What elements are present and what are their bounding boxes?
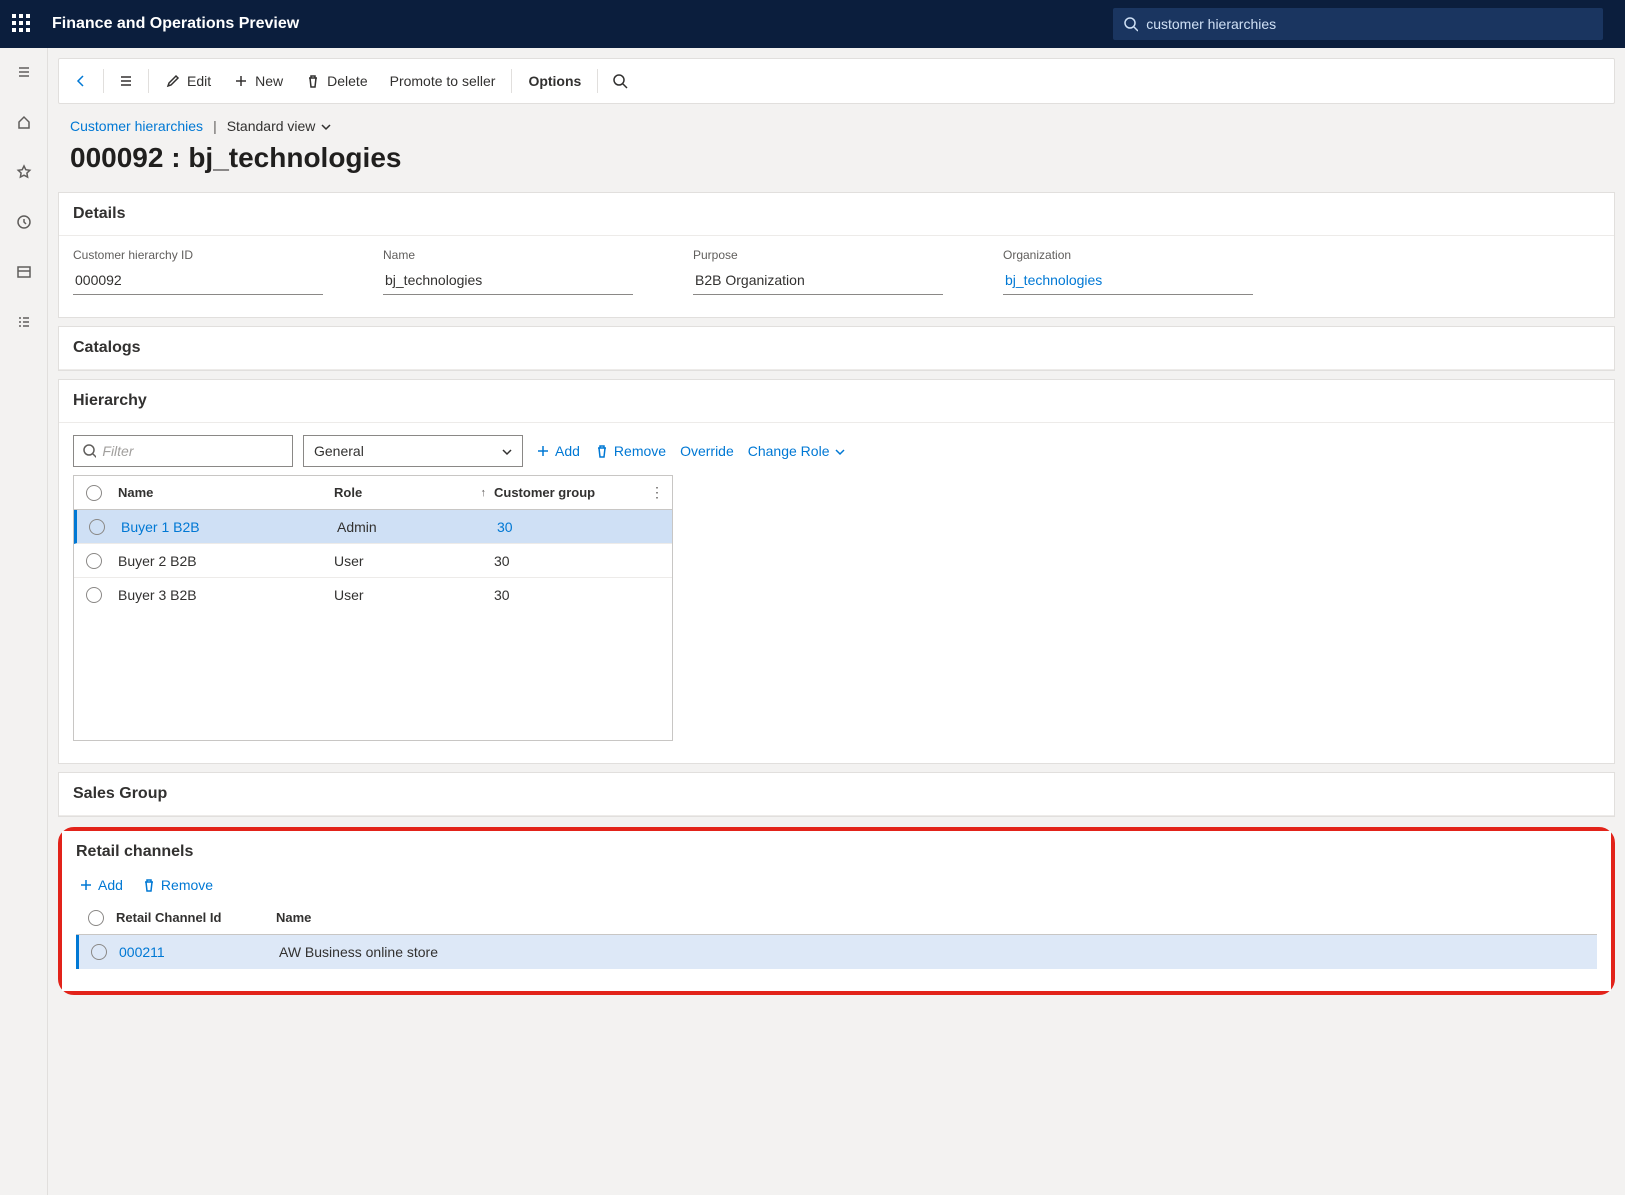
home-icon[interactable] [8, 106, 40, 138]
details-panel: Details Customer hierarchy ID 000092 Nam… [58, 192, 1615, 318]
cmdbar-search-button[interactable] [604, 67, 636, 95]
retail-select-all-radio[interactable] [88, 910, 104, 926]
hamburger-icon[interactable] [8, 56, 40, 88]
promote-button[interactable]: Promote to seller [380, 67, 506, 95]
retail-remove-button[interactable]: Remove [139, 873, 215, 897]
organization-label: Organization [1003, 248, 1253, 262]
breadcrumb-separator: | [213, 118, 217, 134]
row-name[interactable]: Buyer 1 B2B [117, 519, 337, 535]
hierarchy-row[interactable]: Buyer 2 B2BUser30 [74, 544, 672, 578]
star-icon[interactable] [8, 156, 40, 188]
plus-icon [78, 877, 94, 893]
view-selector[interactable]: Standard view [227, 118, 332, 134]
trash-icon [141, 877, 157, 893]
trash-icon [594, 443, 610, 459]
hierarchy-row[interactable]: Buyer 3 B2BUser30 [74, 578, 672, 612]
main-content: Edit New Delete Promote to seller Option… [48, 48, 1625, 1195]
chevron-down-icon [319, 120, 331, 132]
top-bar: Finance and Operations Preview [0, 0, 1625, 48]
details-header[interactable]: Details [59, 193, 1614, 236]
app-launcher-icon[interactable] [12, 14, 32, 34]
hierarchy-select[interactable]: General [303, 435, 523, 467]
hierarchy-grid: Name Role↑ Customer group ⋮ Buyer 1 B2BA… [73, 475, 673, 741]
workspace-icon[interactable] [8, 256, 40, 288]
list-toggle-button[interactable] [110, 67, 142, 95]
plus-icon [535, 443, 551, 459]
col-group-header[interactable]: Customer group [494, 485, 654, 500]
global-search-input[interactable] [1146, 16, 1593, 32]
name-label: Name [383, 248, 633, 262]
grid-more-icon[interactable]: ⋮ [650, 484, 664, 501]
sales-group-header[interactable]: Sales Group [59, 773, 1614, 816]
hierarchy-id-value[interactable]: 000092 [73, 266, 323, 295]
edit-button[interactable]: Edit [155, 67, 221, 95]
command-bar: Edit New Delete Promote to seller Option… [59, 59, 1614, 103]
options-button[interactable]: Options [518, 67, 591, 95]
row-name[interactable]: Buyer 2 B2B [114, 553, 334, 569]
row-radio[interactable] [86, 553, 102, 569]
retail-col-id-header[interactable]: Retail Channel Id [116, 910, 276, 925]
row-role: User [334, 587, 494, 603]
col-name-header[interactable]: Name [114, 485, 334, 500]
sort-asc-icon: ↑ [481, 487, 487, 499]
row-group[interactable]: 30 [494, 587, 654, 603]
organization-value[interactable]: bj_technologies [1003, 266, 1253, 295]
chevron-down-icon [500, 445, 512, 457]
catalogs-header[interactable]: Catalogs [59, 327, 1614, 370]
retail-row-name: AW Business online store [279, 944, 1597, 960]
catalogs-panel: Catalogs [58, 326, 1615, 371]
modules-icon[interactable] [8, 306, 40, 338]
sales-group-panel: Sales Group [58, 772, 1615, 817]
row-radio[interactable] [89, 519, 105, 535]
row-name[interactable]: Buyer 3 B2B [114, 587, 334, 603]
retail-grid: Retail Channel Id Name 000211AW Business… [76, 901, 1597, 969]
hierarchy-filter-input[interactable] [102, 443, 284, 459]
retail-add-button[interactable]: Add [76, 873, 125, 897]
hierarchy-header[interactable]: Hierarchy [59, 380, 1614, 423]
new-button[interactable]: New [223, 67, 293, 95]
delete-button[interactable]: Delete [295, 67, 377, 95]
retail-channels-panel: Retail channels Add Remove Retail Channe… [62, 831, 1611, 991]
row-radio[interactable] [86, 587, 102, 603]
clock-icon[interactable] [8, 206, 40, 238]
chevron-down-icon [833, 445, 845, 457]
app-title: Finance and Operations Preview [52, 15, 299, 33]
row-group[interactable]: 30 [497, 519, 657, 535]
retail-row-id[interactable]: 000211 [119, 944, 279, 960]
retail-row[interactable]: 000211AW Business online store [76, 935, 1597, 969]
hierarchy-id-label: Customer hierarchy ID [73, 248, 323, 262]
global-search[interactable] [1113, 8, 1603, 40]
row-group[interactable]: 30 [494, 553, 654, 569]
hierarchy-override-button[interactable]: Override [678, 439, 736, 463]
retail-highlight-box: Retail channels Add Remove Retail Channe… [58, 827, 1615, 995]
hierarchy-remove-button[interactable]: Remove [592, 439, 668, 463]
hierarchy-change-role-button[interactable]: Change Role [746, 439, 848, 463]
nav-rail [0, 48, 48, 1195]
pencil-icon [165, 73, 181, 89]
row-radio[interactable] [91, 944, 107, 960]
plus-icon [233, 73, 249, 89]
search-icon [1123, 16, 1138, 32]
retail-col-name-header[interactable]: Name [276, 910, 1597, 925]
retail-header[interactable]: Retail channels [62, 831, 1611, 873]
hierarchy-filter[interactable] [73, 435, 293, 467]
trash-icon [305, 73, 321, 89]
search-icon [82, 443, 96, 459]
name-value[interactable]: bj_technologies [383, 266, 633, 295]
breadcrumb-link[interactable]: Customer hierarchies [70, 118, 203, 134]
hierarchy-add-button[interactable]: Add [533, 439, 582, 463]
row-role: Admin [337, 519, 497, 535]
purpose-label: Purpose [693, 248, 943, 262]
breadcrumb: Customer hierarchies | Standard view [70, 118, 1603, 134]
page-title: 000092 : bj_technologies [70, 142, 1603, 174]
purpose-value[interactable]: B2B Organization [693, 266, 943, 295]
back-button[interactable] [65, 67, 97, 95]
hierarchy-panel: Hierarchy General Add Remove Override Ch… [58, 379, 1615, 764]
row-role: User [334, 553, 494, 569]
col-role-header[interactable]: Role↑ [334, 485, 494, 500]
select-all-radio[interactable] [86, 485, 102, 501]
hierarchy-row[interactable]: Buyer 1 B2BAdmin30 [74, 510, 672, 544]
